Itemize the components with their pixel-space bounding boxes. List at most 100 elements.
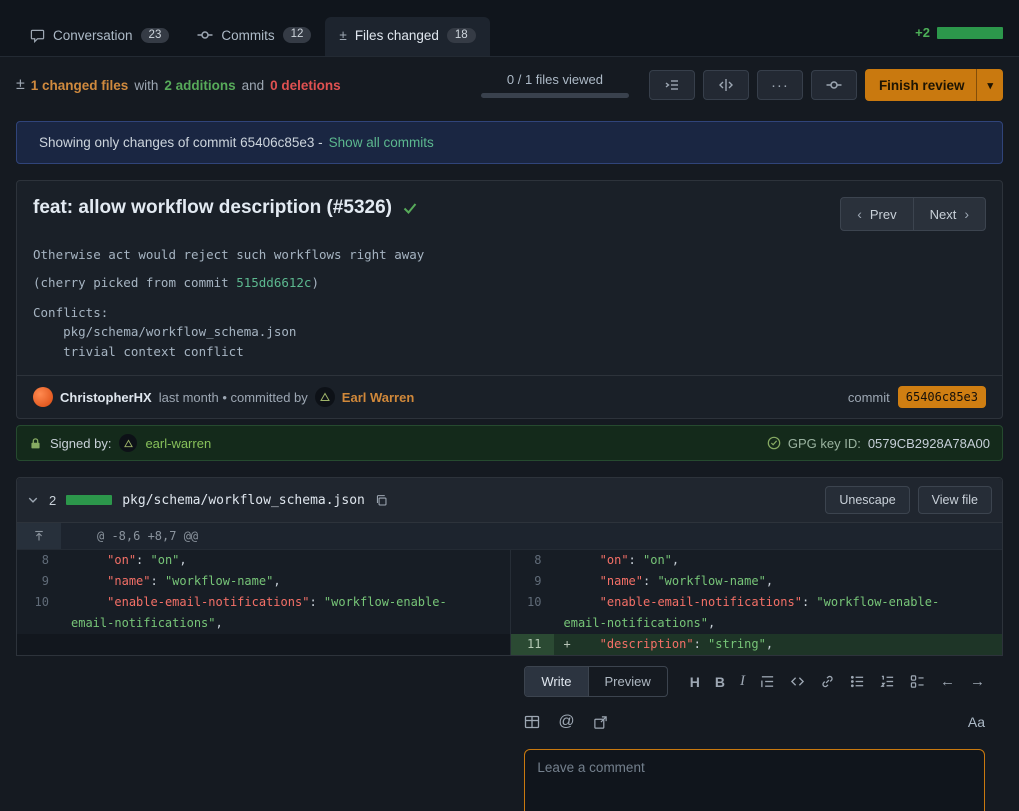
new-line-number[interactable]: 8 [510,550,554,571]
finish-review-label: Finish review [879,78,965,93]
split-diff-table: 8 "on": "on", 8 "on": "on", 9 "name": "w… [17,550,1002,655]
changed-files-count: 1 changed files [31,78,129,93]
commit-body-line: Otherwise act would reject such workflow… [33,247,986,262]
code-icon[interactable] [790,674,805,689]
new-code-line: "on": "on", [554,550,1003,571]
gpg-key-value: 0579CB2928A78A00 [868,436,990,451]
new-code-line: "name": "workflow-name", [554,571,1003,592]
new-line-number[interactable]: 11 [510,634,554,655]
additions-text: 2 additions [164,78,235,93]
editor-mode-tabs: Write Preview [524,666,667,697]
editor-tabs-row: Write Preview H B I [524,666,985,697]
committer-name-link[interactable]: Earl Warren [342,390,415,405]
prev-commit-button[interactable]: ‹ Prev [840,197,913,231]
old-code-line: "on": "on", [61,550,510,571]
comment-textarea[interactable] [524,749,985,811]
cherry-pick-text: ) [311,275,319,290]
commit-author-row: ChristopherHX last month • committed by … [17,375,1002,418]
commit-sha-badge[interactable]: 65406c85e3 [898,386,986,408]
gpg-key-group: GPG key ID: 0579CB2928A78A00 [767,436,990,451]
pull-request-files-page: Conversation 23 Commits 12 ± Files chang… [0,0,1019,811]
new-code-line: "enable-email-notifications": "workflow-… [554,592,1003,634]
tab-label: Commits [221,28,274,43]
heading-icon[interactable]: H [690,674,700,690]
commit-message-body: Otherwise act would reject such workflow… [17,239,1002,375]
redo-icon[interactable]: → [970,673,985,690]
commit-title: feat: allow workflow description (#5326) [33,197,418,219]
file-name-link[interactable]: pkg/schema/workflow_schema.json [122,493,365,508]
file-diff-stat-bar [66,495,112,505]
numbered-list-icon[interactable] [880,674,895,689]
mention-icon[interactable]: @ [558,713,574,731]
new-code-line-added: + "description": "string", [554,634,1003,655]
undo-icon[interactable]: ← [940,673,955,690]
ellipsis-icon: ··· [771,77,789,94]
split-view-toggle-button[interactable] [703,70,749,100]
deletions-text: 0 deletions [270,78,341,93]
diff-icon: ± [16,76,25,94]
commit-body-line: pkg/schema/workflow_schema.json [33,322,986,341]
task-list-icon[interactable] [910,674,925,689]
finish-review-button[interactable]: Finish review ▾ [865,69,1003,101]
old-line-number[interactable]: 10 [17,592,61,634]
signer-name-link[interactable]: earl-warren [145,436,211,451]
new-line-number[interactable]: 9 [510,571,554,592]
collapse-file-chevron-icon[interactable] [27,494,39,506]
author-avatar[interactable] [33,387,53,407]
lock-icon [29,437,42,450]
below-diff-area: Write Preview H B I [0,656,1019,811]
diff-file-panel: 2 pkg/schema/workflow_schema.json Unesca… [16,477,1003,656]
comment-icon [30,28,45,43]
quote-icon[interactable] [760,674,775,689]
author-name-link[interactable]: ChristopherHX [60,390,152,405]
tab-write[interactable]: Write [525,667,588,696]
changed-files-summary: ± 1 changed files with 2 additions and 0… [16,76,341,94]
commit-filter-banner: Showing only changes of commit 65406c85e… [16,121,1003,164]
tab-preview[interactable]: Preview [589,667,667,696]
tab-count-badge: 12 [283,27,312,43]
table-icon[interactable] [524,714,540,730]
expand-hunk-button[interactable] [17,523,61,549]
hunk-header-row: @ -8,6 +8,7 @@ [17,523,1002,550]
copy-path-icon[interactable] [375,494,388,507]
banner-text: Showing only changes of commit 65406c85e… [39,135,323,150]
check-circle-icon [767,436,781,450]
view-file-button[interactable]: View file [918,486,992,514]
tab-label: Files changed [355,28,439,43]
tab-conversation[interactable]: Conversation 23 [16,17,183,57]
unescape-button[interactable]: Unescape [825,486,909,514]
cherry-pick-hash-link[interactable]: 515dd6612c [236,275,311,290]
old-line-number[interactable]: 8 [17,550,61,571]
file-actions: Unescape View file [825,486,992,514]
file-tree-toggle-button[interactable] [649,70,695,100]
gpg-key-label: GPG key ID: [788,436,861,451]
signer-avatar[interactable] [119,434,137,452]
committer-avatar[interactable] [315,387,335,407]
files-viewed: 0 / 1 files viewed [481,72,629,98]
bullet-list-icon[interactable] [850,674,865,689]
old-code-line-empty [61,634,510,655]
tab-files-changed[interactable]: ± Files changed 18 [325,17,489,57]
font-size-toggle[interactable]: Aa [968,714,985,730]
hunk-header-text: @ -8,6 +8,7 @@ [61,523,198,549]
reference-icon[interactable] [593,715,608,730]
commit-select-button[interactable] [811,70,857,100]
diff-stat-bar [937,27,1003,39]
files-toolbar: ± 1 changed files with 2 additions and 0… [0,57,1019,111]
next-commit-button[interactable]: Next › [913,197,986,231]
pr-tab-bar: Conversation 23 Commits 12 ± Files chang… [0,0,1019,57]
tab-commits[interactable]: Commits 12 [183,16,325,56]
new-line-number[interactable]: 10 [510,592,554,634]
additions-count: +2 [915,25,930,40]
italic-icon[interactable]: I [740,673,745,690]
tab-count-badge: 18 [447,28,476,44]
editor-toolbar-secondary: @ Aa [524,713,985,731]
show-all-commits-link[interactable]: Show all commits [329,135,434,150]
diff-icon: ± [339,28,346,43]
link-icon[interactable] [820,674,835,689]
bold-icon[interactable]: B [715,674,725,690]
old-line-number[interactable]: 9 [17,571,61,592]
diff-file-header: 2 pkg/schema/workflow_schema.json Unesca… [17,478,1002,523]
commit-body-line: (cherry picked from commit 515dd6612c) [33,275,986,290]
more-options-button[interactable]: ··· [757,70,803,100]
